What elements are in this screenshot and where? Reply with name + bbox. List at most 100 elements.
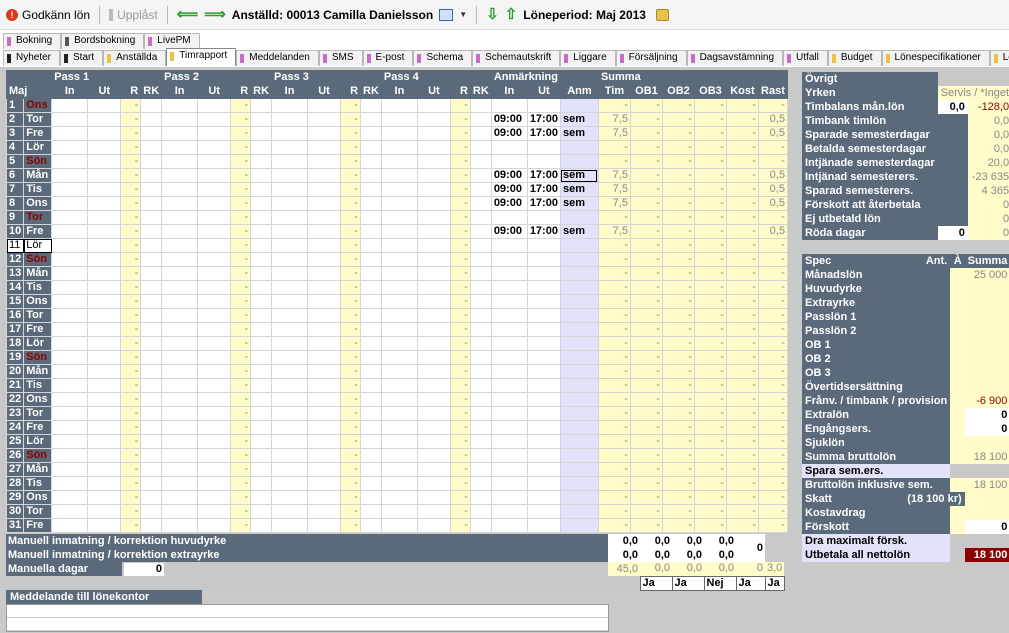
anm-code-cell[interactable] <box>559 518 599 533</box>
pass-r-cell[interactable]: - <box>340 280 362 295</box>
pass-in-cell[interactable] <box>380 364 418 379</box>
pass-rk-cell[interactable] <box>250 448 273 463</box>
pass-r-cell[interactable]: - <box>340 294 362 309</box>
pass-in-cell[interactable] <box>51 266 89 281</box>
pass-rk-cell[interactable] <box>140 420 163 435</box>
pass-out-cell[interactable] <box>307 406 342 421</box>
anm-code-cell[interactable] <box>559 322 599 337</box>
pass-rk-cell[interactable] <box>360 266 382 281</box>
pass-r-cell[interactable]: - <box>449 476 471 491</box>
pass-in-cell[interactable] <box>161 322 199 337</box>
pass-r-cell[interactable]: - <box>120 406 142 421</box>
pass-rk-cell[interactable] <box>469 336 492 351</box>
pass-rk-cell[interactable] <box>250 266 273 281</box>
pass-out-cell[interactable] <box>307 378 342 393</box>
pass-out-cell[interactable] <box>197 476 232 491</box>
pass-out-cell[interactable] <box>416 336 451 351</box>
pass-rk-cell[interactable] <box>360 154 382 169</box>
anm-code-cell[interactable] <box>559 266 599 281</box>
pass-in-cell[interactable] <box>380 476 418 491</box>
pass-in-cell[interactable] <box>380 434 418 449</box>
pass-rk-cell[interactable] <box>250 350 273 365</box>
manual-extra-value[interactable]: 0,0 <box>608 548 640 562</box>
tab-försäljning[interactable]: Försäljning <box>615 50 687 66</box>
pass-out-cell[interactable] <box>197 112 232 127</box>
pass-in-cell[interactable] <box>51 406 89 421</box>
anm-in-cell[interactable] <box>490 266 528 281</box>
pass-rk-cell[interactable] <box>360 476 382 491</box>
tab-schema[interactable]: Schema <box>413 50 473 66</box>
pass-r-cell[interactable]: - <box>449 462 471 477</box>
spec-row-a[interactable] <box>950 324 965 338</box>
anm-in-cell[interactable] <box>490 420 528 435</box>
pass-in-cell[interactable] <box>271 238 309 253</box>
pass-r-cell[interactable]: - <box>340 196 362 211</box>
tab-e-post[interactable]: E-post <box>362 50 414 66</box>
pass-in-cell[interactable] <box>161 210 199 225</box>
anm-in-cell[interactable] <box>490 476 528 491</box>
pass-out-cell[interactable] <box>87 280 122 295</box>
pass-rk-cell[interactable] <box>360 336 382 351</box>
anm-out-cell[interactable] <box>526 266 561 281</box>
pass-r-cell[interactable]: - <box>120 140 142 155</box>
pass-rk-cell[interactable] <box>360 364 382 379</box>
pass-in-cell[interactable] <box>161 308 199 323</box>
anm-out-cell[interactable] <box>526 336 561 351</box>
pass-in-cell[interactable] <box>271 490 309 505</box>
pass-out-cell[interactable] <box>197 518 232 533</box>
pass-in-cell[interactable] <box>51 294 89 309</box>
pass-in-cell[interactable] <box>51 336 89 351</box>
pass-rk-cell[interactable] <box>140 196 163 211</box>
pass-rk-cell[interactable] <box>250 280 273 295</box>
anm-in-cell[interactable]: 09:00 <box>490 196 528 211</box>
pass-rk-cell[interactable] <box>140 224 163 239</box>
pass-in-cell[interactable] <box>161 252 199 267</box>
pass-out-cell[interactable] <box>197 140 232 155</box>
pass-out-cell[interactable] <box>416 350 451 365</box>
pass-rk-cell[interactable] <box>360 126 382 141</box>
pass-r-cell[interactable]: - <box>230 140 252 155</box>
tab-schemautskrift[interactable]: Schemautskrift <box>472 50 561 66</box>
pass-in-cell[interactable] <box>161 518 199 533</box>
pass-in-cell[interactable] <box>271 322 309 337</box>
pass-r-cell[interactable]: - <box>120 364 142 379</box>
pass-rk-cell[interactable] <box>250 196 273 211</box>
pass-in-cell[interactable] <box>51 476 89 491</box>
pass-rk-cell[interactable] <box>250 238 273 253</box>
pass-out-cell[interactable] <box>307 126 342 141</box>
tab-utfall[interactable]: Utfall <box>783 50 828 66</box>
pass-in-cell[interactable] <box>51 112 89 127</box>
anm-in-cell[interactable] <box>490 462 528 477</box>
pass-out-cell[interactable] <box>87 434 122 449</box>
ovrigt-row-input[interactable]: 0 <box>937 226 968 240</box>
pass-in-cell[interactable] <box>380 504 418 519</box>
anm-in-cell[interactable] <box>490 336 528 351</box>
spec-row-a[interactable] <box>950 296 965 310</box>
anm-in-cell[interactable] <box>490 252 528 267</box>
pass-rk-cell[interactable] <box>250 252 273 267</box>
anm-in-cell[interactable] <box>490 238 528 253</box>
pass-rk-cell[interactable] <box>140 462 163 477</box>
pass-rk-cell[interactable] <box>250 378 273 393</box>
spec-row-sum[interactable]: 0 <box>964 520 1009 534</box>
pass-in-cell[interactable] <box>51 210 89 225</box>
spec-row-sum[interactable]: 0 <box>964 408 1009 422</box>
spec-row-a[interactable] <box>950 268 965 282</box>
pass-in-cell[interactable] <box>51 126 89 141</box>
pass-rk-cell[interactable] <box>140 182 163 197</box>
pass-out-cell[interactable] <box>87 238 122 253</box>
pass-rk-cell[interactable] <box>250 308 273 323</box>
pass-in-cell[interactable] <box>380 322 418 337</box>
pass-rk-cell[interactable] <box>469 504 492 519</box>
pass-out-cell[interactable] <box>197 252 232 267</box>
pass-rk-cell[interactable] <box>469 210 492 225</box>
pass-rk-cell[interactable] <box>360 350 382 365</box>
pass-out-cell[interactable] <box>307 280 342 295</box>
pass-rk-cell[interactable] <box>469 322 492 337</box>
anm-in-cell[interactable] <box>490 322 528 337</box>
anm-in-cell[interactable] <box>490 392 528 407</box>
pass-r-cell[interactable]: - <box>120 196 142 211</box>
anm-code-cell[interactable] <box>559 490 599 505</box>
anm-in-cell[interactable] <box>490 210 528 225</box>
anm-out-cell[interactable] <box>526 280 561 295</box>
